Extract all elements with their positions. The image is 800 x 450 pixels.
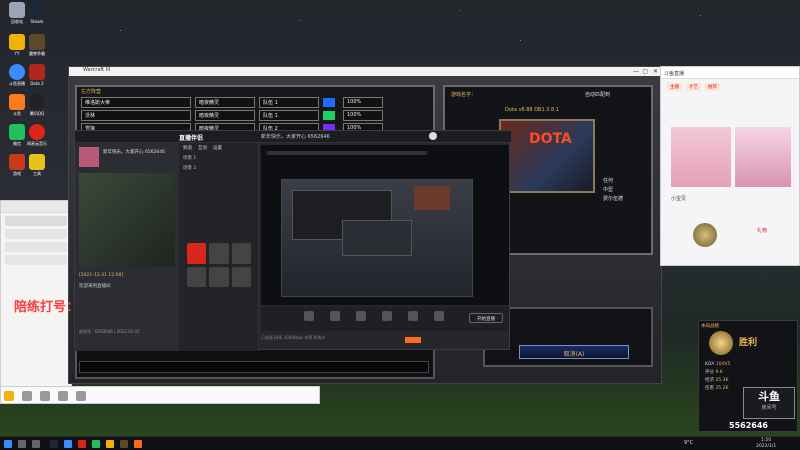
tool-grid (187, 243, 251, 287)
status-indicator (405, 337, 421, 343)
player-name: 沃林 (81, 110, 191, 121)
scene-item[interactable]: 场景 2 (179, 163, 258, 173)
maximize-button[interactable]: ▢ (642, 68, 648, 75)
sound-icon[interactable] (187, 266, 207, 287)
search-icon[interactable] (18, 440, 26, 448)
tools-icon (29, 154, 45, 170)
game-chat-input[interactable] (79, 361, 429, 373)
rank-emblem-icon (709, 331, 733, 355)
start-icon[interactable] (4, 440, 12, 448)
handicap[interactable]: 100% (343, 97, 383, 108)
preview-status-bar (267, 151, 427, 155)
camera-icon[interactable] (330, 311, 340, 321)
interact-icon[interactable] (209, 266, 229, 287)
companion-toolbar: 开始直播 (261, 307, 509, 331)
warcraft-icon (29, 34, 45, 50)
nested-screen-capture (281, 179, 473, 297)
companion-titlebar: 直播伴侣 新年快乐，大家开心 6562646 (75, 131, 511, 143)
settings-icon[interactable] (231, 266, 251, 287)
scene-item[interactable]: 场景 1 (179, 153, 258, 163)
tab-interact[interactable]: 互动 (198, 145, 207, 151)
desktop-icon-netease[interactable]: 网易云音乐 (22, 124, 52, 147)
steam-taskbar-icon[interactable] (50, 440, 58, 448)
nested-window (342, 220, 412, 256)
douyu-side-panel: 斗鱼直播 主播 才艺 推荐 小宝贝 礼物 (660, 66, 800, 266)
bottom-toolbar (0, 386, 320, 404)
companion-preview (261, 145, 509, 305)
map-details: 任何 中型 费尔伍德 (603, 178, 624, 202)
team-select[interactable]: 队伍 1 (259, 97, 319, 108)
cancel-button[interactable]: 取消(A) (519, 345, 629, 359)
chat-side-item[interactable] (5, 255, 67, 265)
warcraft-titlebar: Warcraft III — ▢ ✕ (69, 67, 661, 76)
rank-badge-icon (693, 223, 717, 247)
qq-icon (29, 94, 45, 110)
race-select[interactable]: 暗夜精灵 (195, 97, 255, 108)
desktop-icon-tools[interactable]: 工具 (22, 154, 52, 177)
chat-side-header (1, 201, 71, 213)
companion-sidebar: 频道 互动 设置 场景 1 场景 2 (179, 143, 259, 351)
companion-left-column: 新年快乐，大家开心 6562646 [2021-12-31 12:08] 欢迎来… (75, 143, 179, 351)
netease-music-icon (29, 124, 45, 140)
avatar[interactable] (429, 132, 437, 140)
wechat-taskbar-icon[interactable] (92, 440, 100, 448)
streamer-avatar (79, 147, 99, 167)
camera-icon[interactable] (231, 243, 251, 264)
color-swatch[interactable] (323, 98, 335, 107)
browser-icon[interactable] (408, 311, 418, 321)
desktop-icon-dota2[interactable]: Dota 2 (22, 64, 52, 86)
douyu-logo: 斗鱼 房间号 (743, 387, 795, 419)
companion-taskbar-icon[interactable] (134, 440, 142, 448)
music-taskbar-icon[interactable] (78, 440, 86, 448)
image-icon[interactable] (382, 311, 392, 321)
text-icon[interactable] (356, 311, 366, 321)
map-logo: DOTA (529, 131, 572, 147)
image-icon[interactable] (57, 391, 68, 401)
task-view-icon[interactable] (32, 440, 40, 448)
chat-side-item[interactable] (5, 216, 67, 226)
team-select[interactable]: 队伍 1 (259, 110, 319, 121)
player-name: 维洛斯大帝 (81, 97, 191, 108)
live-companion-window: 直播伴侣 新年快乐，大家开心 6562646 新年快乐，大家开心 6562646… (74, 130, 511, 351)
emoji-icon[interactable] (4, 391, 14, 401)
color-swatch[interactable] (323, 111, 335, 120)
record-icon[interactable] (209, 243, 229, 264)
steam-icon (29, 2, 45, 18)
tab-settings[interactable]: 设置 (213, 145, 222, 151)
folder-icon[interactable] (39, 391, 50, 401)
yy-taskbar-icon[interactable] (106, 440, 114, 448)
desktop-icon-steam[interactable]: Steam (22, 2, 52, 24)
tab-channel[interactable]: 频道 (183, 145, 192, 151)
start-live-button[interactable]: 开始直播 (469, 313, 503, 323)
screen-capture-icon[interactable] (304, 311, 314, 321)
warcraft-taskbar-icon[interactable] (120, 440, 128, 448)
clock[interactable]: 1:50 2022/1/1 (756, 438, 776, 450)
douyu-taskbar-icon[interactable] (64, 440, 72, 448)
desktop-icon-warcraft[interactable]: 魔兽争霸 (22, 34, 52, 57)
audio-icon[interactable] (434, 311, 444, 321)
mic-icon[interactable] (75, 391, 86, 401)
tag[interactable]: 推荐 (705, 83, 720, 91)
desktop-icon-qq[interactable]: 腾讯QQ (22, 94, 52, 117)
preview-thumbnail (79, 173, 175, 267)
tag[interactable]: 主播 (667, 83, 682, 91)
dota2-icon (29, 64, 45, 80)
game-chat-area (75, 347, 435, 379)
minimize-button[interactable]: — (633, 68, 639, 75)
live-push-icon[interactable] (187, 243, 207, 264)
rank-card: 本局战绩 胜利 KDA 10/0/5 评分 9.6 经济 25.3K 伤害 35… (698, 320, 798, 432)
tag[interactable]: 才艺 (686, 83, 701, 91)
race-select[interactable]: 暗夜精灵 (195, 110, 255, 121)
chat-side-item[interactable] (5, 229, 67, 239)
nested-map-thumb (414, 186, 450, 210)
streamer-photo (735, 127, 791, 187)
close-button[interactable]: ✕ (653, 68, 658, 75)
map-preview-image: DOTA (499, 119, 595, 193)
scissors-icon[interactable] (21, 391, 32, 401)
taskbar: 9°C 1:50 2022/1/1 (0, 436, 800, 450)
handicap[interactable]: 100% (343, 110, 383, 121)
streamer-photo (671, 127, 731, 187)
chat-side-item[interactable] (5, 242, 67, 252)
